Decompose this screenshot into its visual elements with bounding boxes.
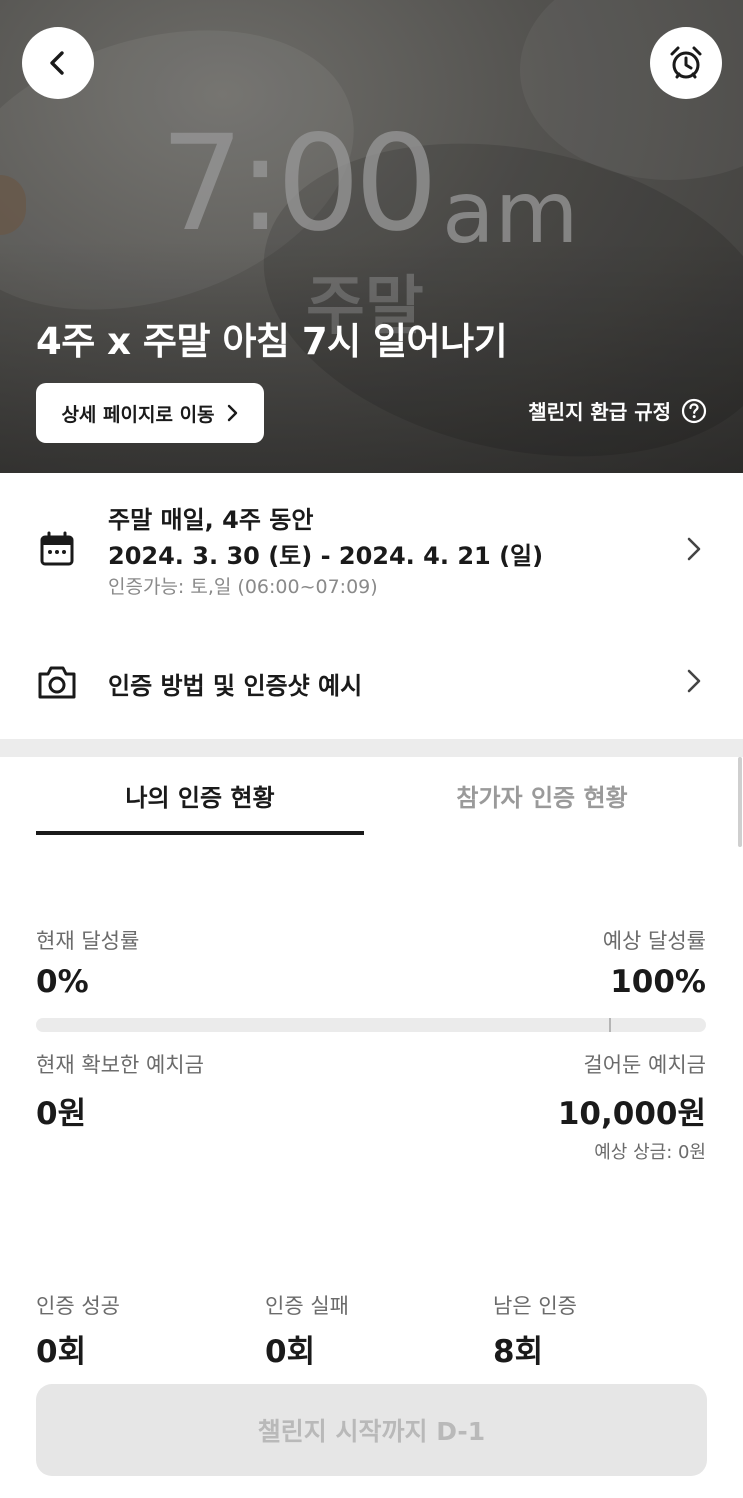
- calendar-icon: [40, 531, 74, 566]
- count-label-remaining: 남은 인증: [493, 1294, 577, 1318]
- expected-rate-label: 예상 달성률: [602, 929, 706, 953]
- refund-policy-link[interactable]: 챌린지 환급 규정: [528, 396, 707, 425]
- challenge-title: 4주 x 주말 아침 7시 일어나기: [36, 320, 508, 363]
- secured-deposit-value: 0원: [36, 1096, 87, 1132]
- challenge-hero: 7:00 am 주말 4주 x 주말 아침 7시 일어나기 상세 페이지로 이동…: [0, 0, 743, 473]
- chevron-right-icon: [687, 537, 701, 561]
- achievement-progress-bar: [36, 1018, 706, 1032]
- count-label-success: 인증 성공: [36, 1294, 120, 1318]
- count-value-fail: 0회: [265, 1334, 316, 1370]
- verification-method-label: 인증 방법 및 인증샷 예시: [108, 672, 363, 700]
- count-value-success: 0회: [36, 1334, 87, 1370]
- verify-window: 인증가능: 토,일 (06:00~07:09): [108, 576, 378, 598]
- chevron-right-icon: [687, 669, 701, 693]
- question-circle-icon: [681, 398, 707, 423]
- count-value-remaining: 8회: [493, 1334, 544, 1370]
- detail-page-button[interactable]: 상세 페이지로 이동: [36, 383, 264, 443]
- expected-prize: 예상 상금: 0원: [594, 1142, 706, 1163]
- expected-rate-marker: [608, 1018, 611, 1032]
- active-tab-indicator: [36, 831, 364, 835]
- bet-deposit-label: 걸어둔 예치금: [583, 1053, 706, 1077]
- expected-rate-value: 100%: [610, 964, 706, 1000]
- section-divider: [0, 739, 743, 757]
- tab-my-status[interactable]: 나의 인증 현황: [36, 778, 364, 813]
- challenge-start-button[interactable]: 챌린지 시작까지 D-1: [36, 1384, 707, 1476]
- current-rate-value: 0%: [36, 964, 89, 1000]
- chevron-right-icon: [227, 404, 237, 422]
- schedule-period: 2024. 3. 30 (토) - 2024. 4. 21 (일): [108, 542, 544, 570]
- alarm-clock-icon: [670, 46, 702, 79]
- bet-deposit-value: 10,000원: [557, 1096, 706, 1132]
- detail-page-button-label: 상세 페이지로 이동: [61, 403, 215, 426]
- count-label-fail: 인증 실패: [265, 1294, 349, 1318]
- camera-icon: [38, 666, 76, 699]
- verification-method-row[interactable]: 인증 방법 및 인증샷 예시: [0, 652, 743, 712]
- back-button[interactable]: [22, 27, 94, 99]
- schedule-frequency: 주말 매일, 4주 동안: [108, 506, 314, 534]
- schedule-row[interactable]: 주말 매일, 4주 동안 2024. 3. 30 (토) - 2024. 4. …: [0, 496, 743, 608]
- hero-bg-time: 7:00: [160, 107, 438, 261]
- tab-participant-status[interactable]: 참가자 인증 현황: [380, 778, 704, 813]
- alarm-button[interactable]: [650, 27, 722, 99]
- chevron-left-icon: [50, 51, 64, 75]
- secured-deposit-label: 현재 확보한 예치금: [36, 1053, 204, 1077]
- refund-policy-label: 챌린지 환급 규정: [528, 400, 671, 424]
- scrollbar[interactable]: [738, 757, 742, 847]
- current-rate-label: 현재 달성률: [36, 929, 140, 953]
